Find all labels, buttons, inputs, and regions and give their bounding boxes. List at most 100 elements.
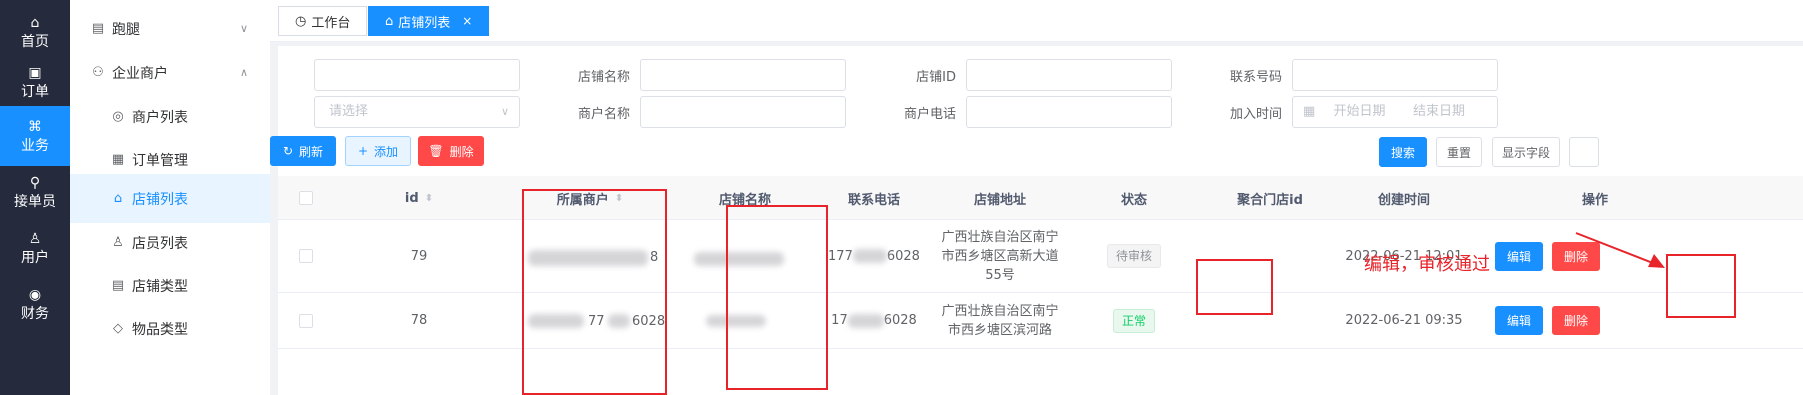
cell-shop-name bbox=[676, 220, 814, 292]
tab-label: 店铺列表 bbox=[398, 15, 451, 31]
checkbox[interactable] bbox=[299, 313, 313, 328]
shop-id-input[interactable] bbox=[966, 59, 1172, 91]
table-row: 78 77 6028 17 6028 广西壮族自治区南宁市西乡塘区滨河路 正常 … bbox=[278, 293, 1803, 349]
cell-phone: 17 6028 bbox=[814, 293, 934, 348]
tabs-bar: ◷ 工作台 ⌂ 店铺列表 × bbox=[270, 0, 1803, 42]
row-delete-label: 删除 bbox=[1563, 314, 1588, 328]
merchant-phone-input[interactable] bbox=[966, 96, 1172, 128]
finance-icon: ◉ bbox=[28, 286, 42, 303]
header-address: 店铺地址 bbox=[934, 176, 1066, 220]
close-icon[interactable]: × bbox=[462, 14, 472, 28]
menu-item-merchant-list[interactable]: ◎ 商户列表 bbox=[70, 92, 270, 141]
list-icon: ▤ bbox=[111, 278, 125, 293]
header-label: 创建时间 bbox=[1377, 192, 1430, 208]
menu-label: 店铺类型 bbox=[132, 278, 188, 295]
cell-aggregate-id bbox=[1202, 220, 1338, 292]
edit-button[interactable]: 编辑 bbox=[1495, 242, 1543, 271]
cell-id: 78 bbox=[410, 313, 428, 328]
reset-button[interactable]: 重置 bbox=[1436, 137, 1482, 167]
table-header: id ⬍ 所属商户 ⬍ 店铺名称 联系电话 店铺地址 状态 聚合门店id 创建时间 … bbox=[278, 176, 1803, 220]
show-fields-button[interactable]: 显示字段 bbox=[1492, 137, 1560, 167]
phone-suffix: 6028 bbox=[883, 313, 917, 328]
checkbox[interactable] bbox=[299, 191, 313, 205]
phone-prefix: 17 bbox=[831, 313, 848, 328]
cell-created: 2022-06-21 09:35 bbox=[1345, 313, 1463, 328]
rail-label: 业务 bbox=[21, 137, 49, 154]
cell-phone: 177 6028 bbox=[814, 220, 934, 292]
rail-label: 首页 bbox=[21, 33, 49, 50]
header-status: 状态 bbox=[1066, 176, 1202, 220]
rail-item-finance[interactable]: ◉ 财务 bbox=[0, 272, 70, 336]
merchant-name-label: 商户名称 bbox=[577, 107, 630, 122]
status-select[interactable]: 请选择 ∨ bbox=[314, 96, 520, 128]
cell-status: 待审核 bbox=[1066, 220, 1202, 292]
row-select[interactable] bbox=[278, 293, 334, 348]
menu-item-shop-type[interactable]: ▤ 店铺类型 bbox=[70, 261, 270, 310]
id-input[interactable] bbox=[314, 59, 520, 91]
header-label: 联系电话 bbox=[847, 192, 900, 208]
rail-item-orders[interactable]: ▣ 订单 bbox=[0, 50, 70, 114]
menu-item-shop-list[interactable]: ⌂ 店铺列表 bbox=[70, 174, 270, 223]
cell-merchant: 77 6028 bbox=[504, 293, 676, 348]
redacted-blur bbox=[528, 250, 648, 266]
search-button[interactable]: 搜索 bbox=[1379, 137, 1427, 167]
header-phone: 联系电话 bbox=[814, 176, 934, 220]
header-created: 创建时间 bbox=[1338, 176, 1470, 220]
refresh-button[interactable]: ↻ 刷新 bbox=[270, 136, 336, 166]
sort-icon[interactable]: ⬍ bbox=[425, 193, 433, 204]
header-label: 操作 bbox=[1581, 192, 1608, 208]
header-label: 聚合门店id bbox=[1237, 192, 1303, 208]
annotation-arrow bbox=[1575, 232, 1665, 268]
tab-workbench[interactable]: ◷ 工作台 bbox=[278, 6, 368, 36]
menu-label: 店员列表 bbox=[132, 235, 188, 252]
menu-item-enterprise-merchant[interactable]: ⚇ 企业商户 ∧ bbox=[70, 48, 270, 97]
chevron-down-icon: ∨ bbox=[500, 105, 509, 118]
rail-item-business[interactable]: ⌘ 业务 bbox=[0, 106, 70, 166]
rail-label: 订单 bbox=[21, 83, 49, 100]
clock-icon: ◷ bbox=[295, 13, 307, 29]
menu-item-errand[interactable]: ▤ 跑腿 ∨ bbox=[70, 4, 270, 53]
orders-icon: ▣ bbox=[28, 64, 42, 81]
redacted-blur bbox=[852, 249, 887, 263]
errand-icon: ▤ bbox=[91, 21, 105, 36]
cell-address: 广西壮族自治区南宁市西乡塘区滨河路 bbox=[941, 303, 1059, 338]
header-id[interactable]: id ⬍ bbox=[334, 176, 504, 220]
header-merchant[interactable]: 所属商户 ⬍ bbox=[504, 176, 676, 220]
tab-shop-list[interactable]: ⌂ 店铺列表 × bbox=[368, 6, 490, 36]
main-content: ◷ 工作台 ⌂ 店铺列表 × ID 店铺名称 店铺ID 联系号码 状态 请选择 … bbox=[270, 0, 1803, 395]
tag-icon: ◇ bbox=[113, 321, 123, 336]
add-button[interactable]: + 添加 bbox=[345, 136, 411, 166]
row-delete-button[interactable]: 删除 bbox=[1552, 306, 1600, 335]
rail-label: 接单员 bbox=[14, 193, 56, 210]
status-badge: 待审核 bbox=[1106, 244, 1161, 268]
menu-item-staff-list[interactable]: ♙ 店员列表 bbox=[70, 218, 270, 267]
team-icon: ⚇ bbox=[92, 65, 104, 80]
checkbox[interactable] bbox=[299, 249, 313, 263]
sort-icon[interactable]: ⬍ bbox=[615, 193, 623, 204]
menu-label: 商户列表 bbox=[132, 109, 188, 126]
merchant-name-input[interactable] bbox=[640, 96, 846, 128]
merchant-suffix: 8 bbox=[650, 250, 659, 265]
start-date-placeholder: 开始日期 bbox=[1333, 104, 1386, 119]
phone-input[interactable] bbox=[1292, 59, 1498, 91]
menu-item-goods-type[interactable]: ◇ 物品类型 bbox=[70, 304, 270, 353]
join-time-range[interactable]: ▦ 开始日期 结束日期 bbox=[1292, 96, 1498, 128]
cell-aggregate-id bbox=[1202, 293, 1338, 348]
menu-label: 订单管理 bbox=[132, 152, 188, 169]
annotation-text: 编辑，审核通过 bbox=[1364, 254, 1490, 275]
row-select[interactable] bbox=[278, 220, 334, 292]
edit-button[interactable]: 编辑 bbox=[1495, 306, 1543, 335]
rail-item-couriers[interactable]: ⚲ 接单员 bbox=[0, 160, 70, 224]
rail-item-users[interactable]: ♙ 用户 bbox=[0, 216, 70, 280]
edit-label: 编辑 bbox=[1506, 314, 1531, 328]
header-select-all[interactable] bbox=[278, 176, 334, 220]
redacted-blur bbox=[608, 314, 630, 328]
user-circle-icon: ◎ bbox=[112, 109, 124, 124]
status-placeholder: 请选择 bbox=[329, 104, 369, 119]
more-button[interactable] bbox=[1569, 137, 1599, 167]
shop-name-input[interactable] bbox=[640, 59, 846, 91]
cell-status: 正常 bbox=[1066, 293, 1202, 348]
end-date-placeholder: 结束日期 bbox=[1413, 104, 1466, 119]
delete-button[interactable]: 🗑 删除 bbox=[418, 136, 484, 166]
cell-merchant: 8 bbox=[504, 220, 676, 292]
